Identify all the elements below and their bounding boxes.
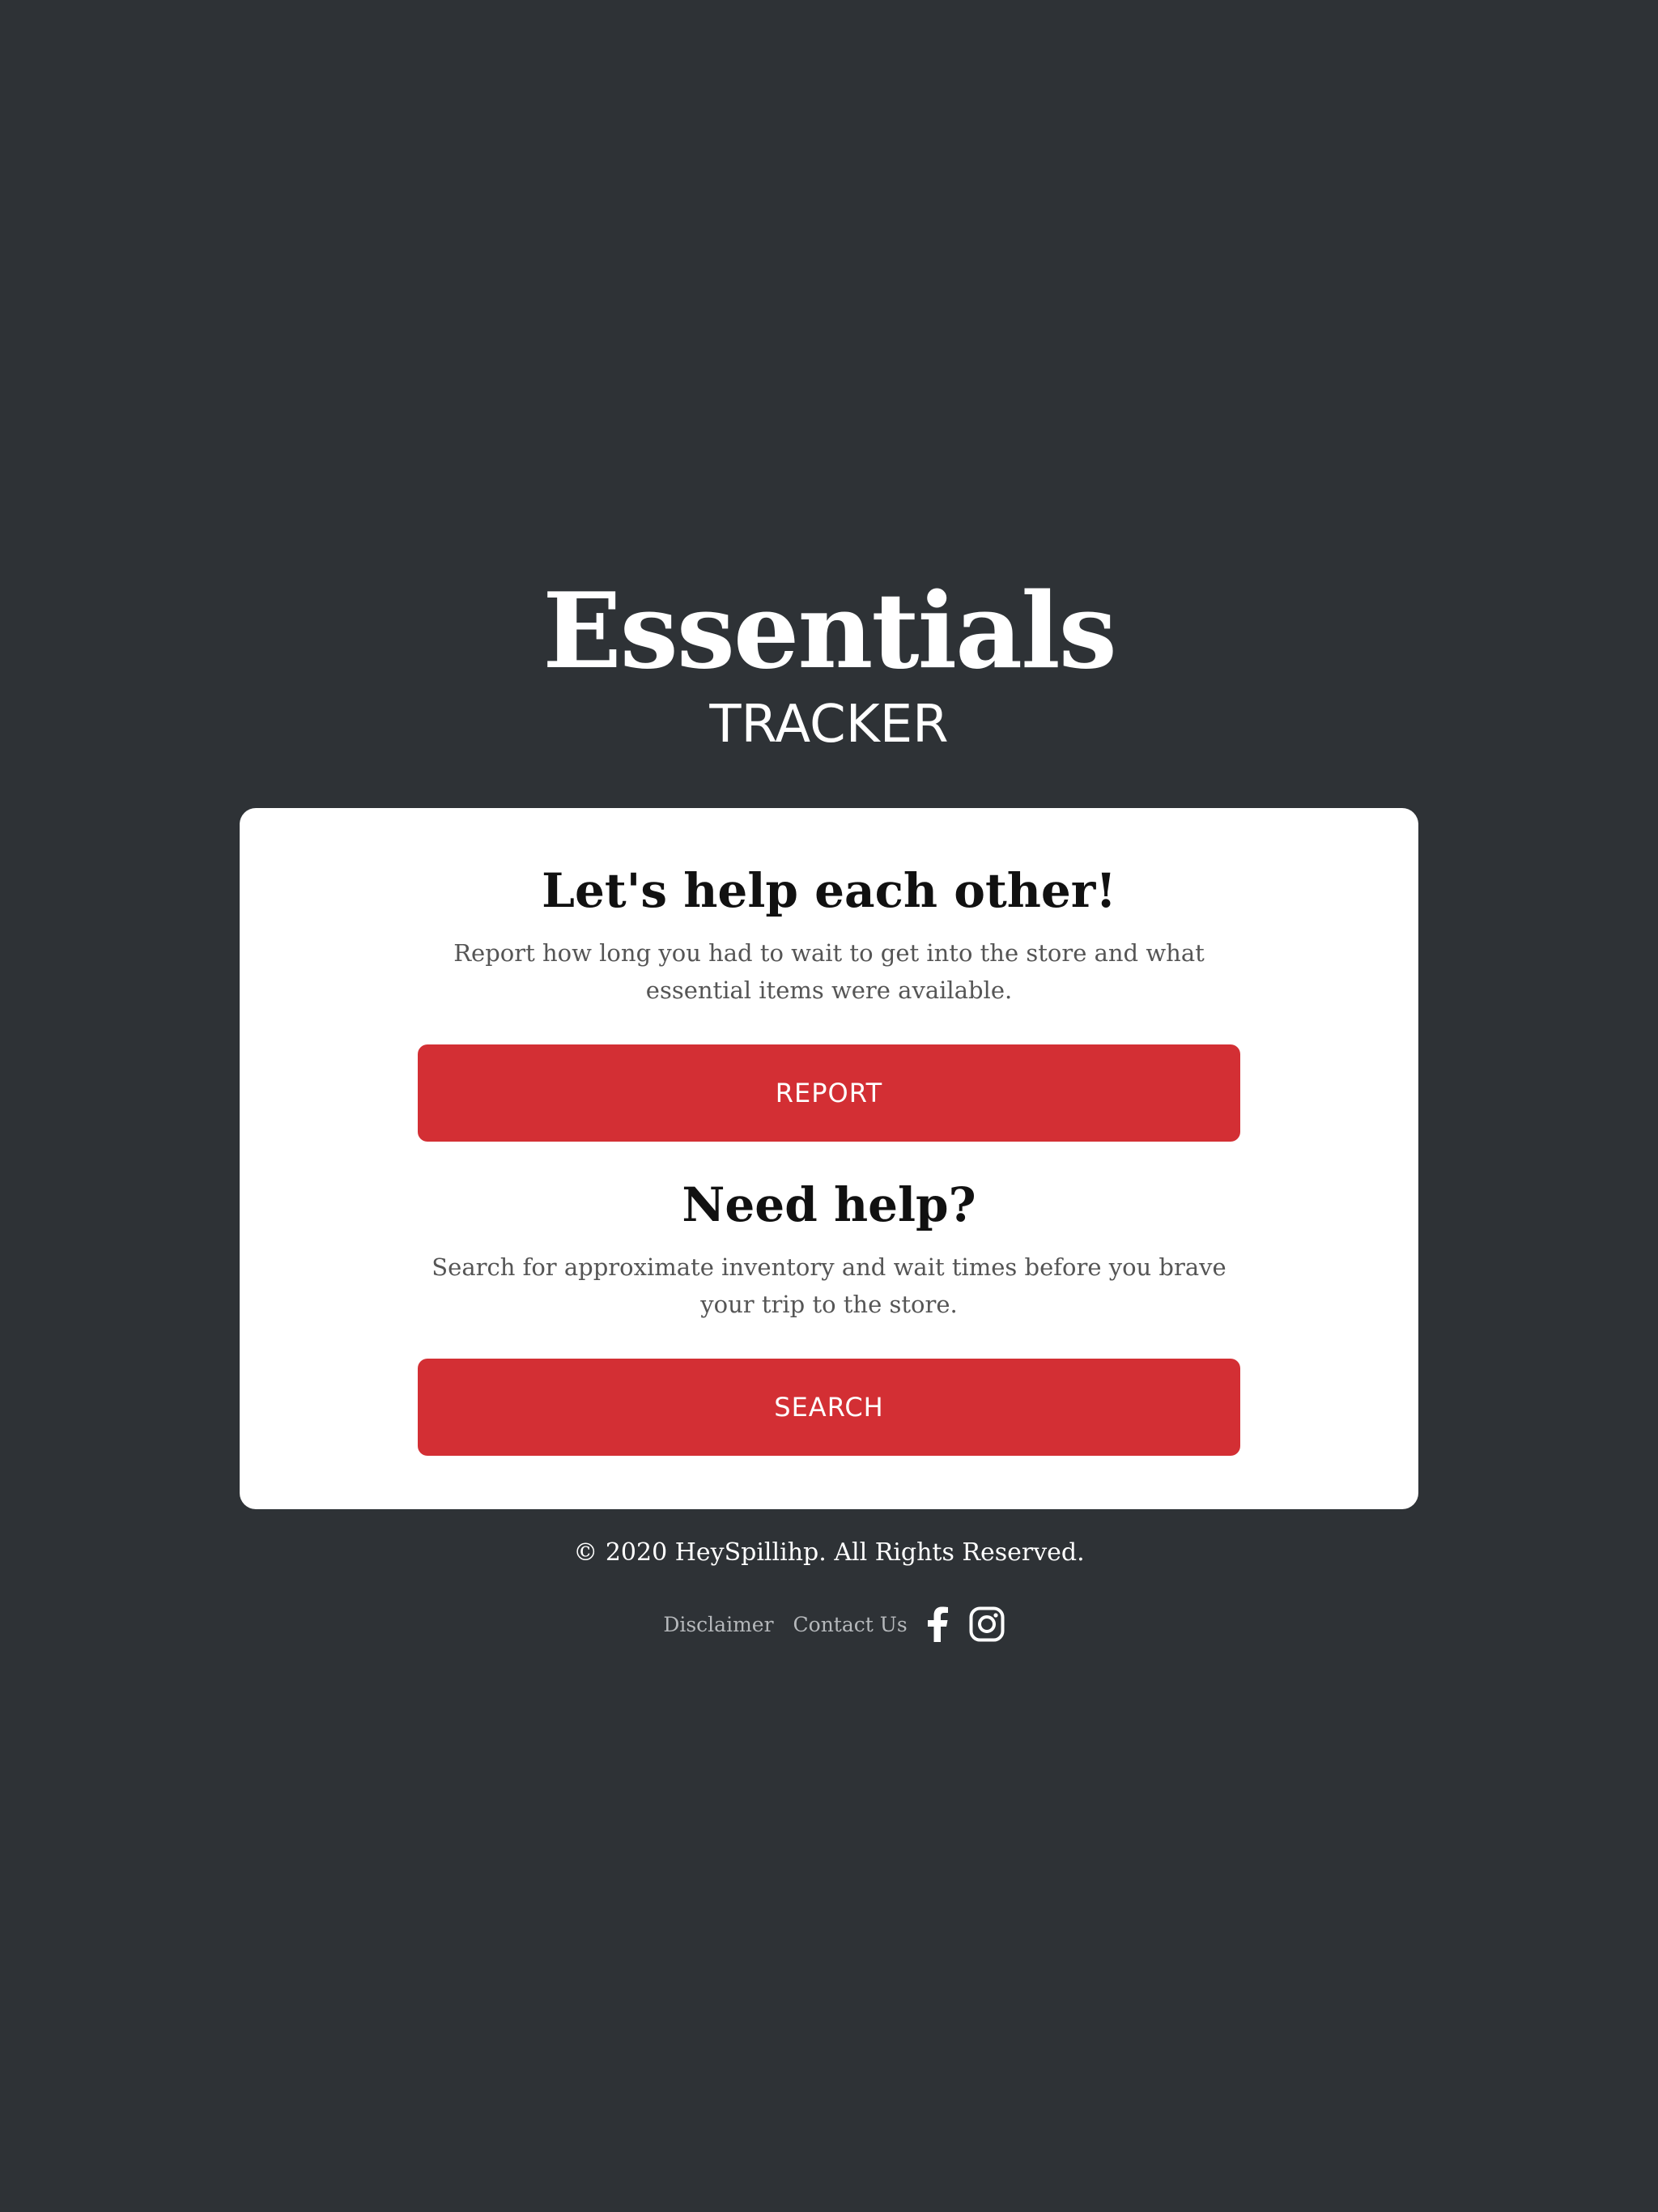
contact-us-link[interactable]: Contact Us <box>793 1613 908 1636</box>
report-button[interactable]: REPORT <box>418 1044 1240 1142</box>
disclaimer-link[interactable]: Disclaimer <box>663 1613 773 1636</box>
copyright-text: © 2020 HeySpillihp. All Rights Reserved. <box>573 1538 1085 1567</box>
facebook-icon[interactable] <box>925 1606 950 1642</box>
search-heading: Need help? <box>682 1177 976 1232</box>
app-subtitle: TRACKER <box>709 695 949 755</box>
hero-header: Essentials TRACKER <box>0 571 1658 757</box>
search-section: Need help? Search for approximate invent… <box>240 1172 1418 1323</box>
search-button[interactable]: SEARCH <box>418 1359 1240 1456</box>
footer-nav: Disclaimer Contact Us <box>0 1598 1658 1650</box>
report-description: Report how long you had to wait to get i… <box>453 939 1205 1004</box>
search-description: Search for approximate inventory and wai… <box>432 1253 1226 1318</box>
app-title: Essentials <box>542 571 1117 692</box>
report-section: Let's help each other! Report how long y… <box>240 858 1418 1009</box>
main-card: Let's help each other! Report how long y… <box>240 808 1418 1509</box>
instagram-icon[interactable] <box>969 1606 1005 1642</box>
report-heading: Let's help each other! <box>542 863 1116 918</box>
